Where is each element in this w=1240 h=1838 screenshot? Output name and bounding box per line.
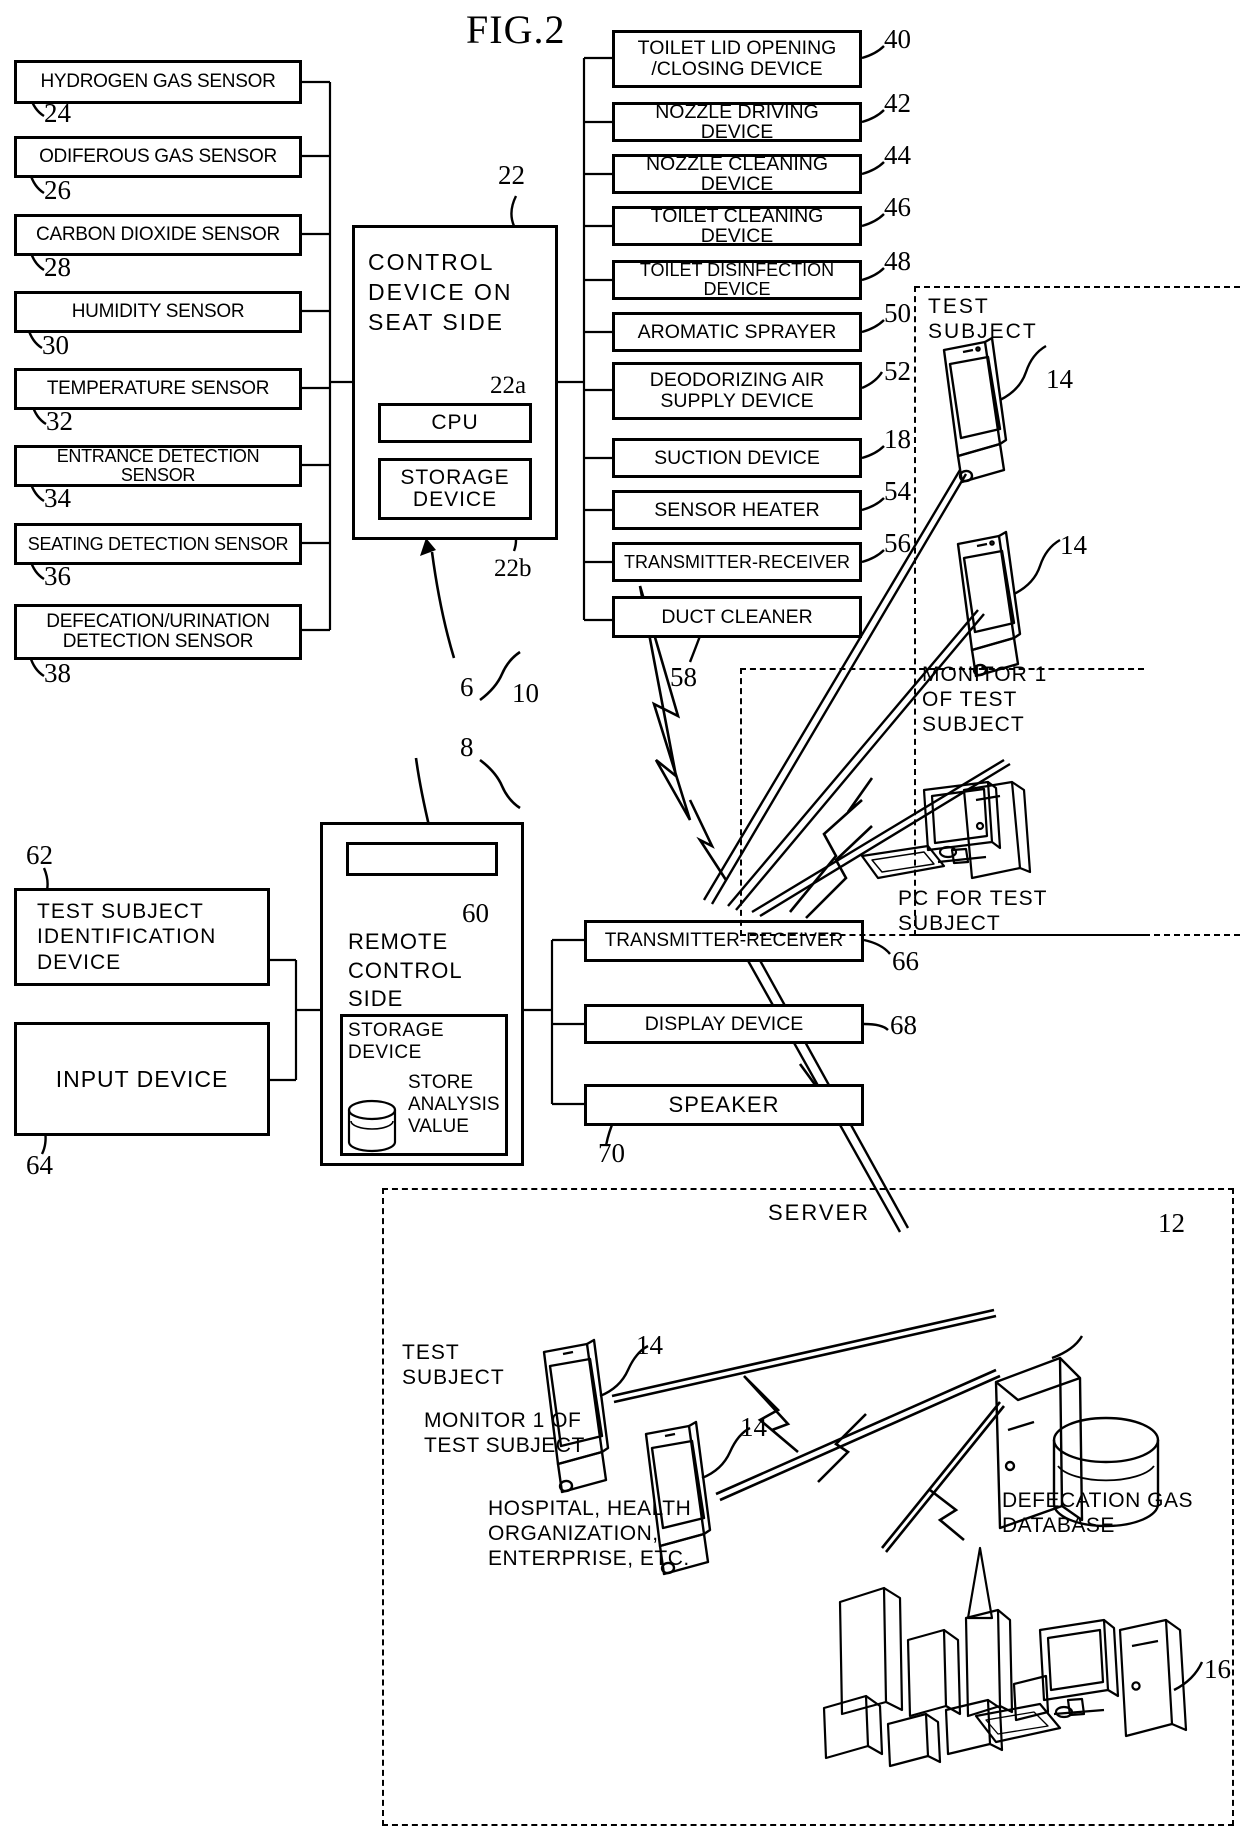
ref-num-68: 68 — [890, 1010, 917, 1040]
server-label: SERVER — [768, 1200, 871, 1225]
ref-num-14-b: 14 — [1060, 530, 1087, 560]
ref-num-12: 12 — [1158, 1208, 1185, 1238]
device-box-speaker[interactable]: SPEAKER — [584, 1084, 864, 1126]
ref-num-70: 70 — [598, 1138, 625, 1168]
ref-num-16: 16 — [1204, 1654, 1231, 1684]
server-panel-monitor-caption: MONITOR 1 OF TEST SUBJECT — [424, 1409, 585, 1458]
input-device-box[interactable]: INPUT DEVICE — [14, 1022, 270, 1136]
ref-num-14-d: 14 — [740, 1412, 767, 1442]
defecation-gas-database-label: DEFECATION GAS DATABASE — [1002, 1489, 1193, 1538]
ref-num-14-c: 14 — [636, 1330, 663, 1360]
organization-caption: HOSPITAL, HEALTH ORGANIZATION, ENTERPRIS… — [488, 1497, 692, 1571]
server-panel-test-subject-caption: TEST SUBJECT — [402, 1341, 505, 1390]
pc-caption: PC FOR TEST SUBJECT — [898, 887, 1048, 936]
input-box-label: TEST SUBJECT IDENTIFICATION DEVICE — [37, 899, 217, 974]
device-box-display-device[interactable]: DISPLAY DEVICE — [584, 1004, 864, 1044]
test-subject-panel-title: TEST SUBJECT — [928, 295, 1038, 344]
test-subject-identification-device-box[interactable]: TEST SUBJECT IDENTIFICATION DEVICE — [14, 888, 270, 986]
figure-canvas: FIG.2 HYDROGEN GAS SENSOR 24 ODIFEROUS G… — [0, 0, 1240, 1838]
monitor-caption: MONITOR 1 OF TEST SUBJECT — [922, 663, 1048, 737]
ref-num-66: 66 — [892, 946, 919, 976]
ref-num-62: 62 — [26, 840, 53, 870]
input-box-label: INPUT DEVICE — [55, 1065, 229, 1092]
device-label: SPEAKER — [668, 1092, 780, 1118]
device-label: DISPLAY DEVICE — [644, 1012, 804, 1035]
ref-num-64: 64 — [26, 1150, 53, 1180]
ref-num-14-a: 14 — [1046, 364, 1073, 394]
